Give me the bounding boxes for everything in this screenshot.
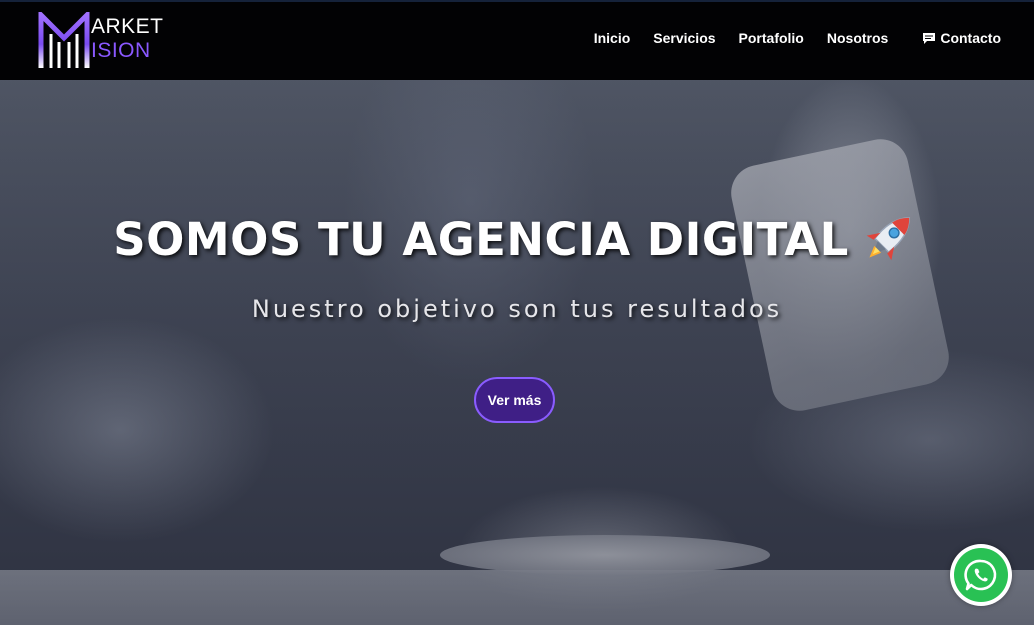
whatsapp-button[interactable]: [950, 544, 1012, 606]
hero-title-text: SOMOS TU AGENCIA DIGITAL: [113, 213, 849, 266]
hero-section: SOMOS TU AGENCIA DIGITAL Nuestro objetiv…: [0, 80, 1034, 625]
ver-mas-button[interactable]: Ver más: [474, 377, 555, 423]
navbar: ARKET ISION Inicio Servicios Portafolio …: [0, 0, 1034, 80]
main-nav: Inicio Servicios Portafolio Nosotros Con…: [594, 28, 1001, 48]
nav-item-nosotros[interactable]: Nosotros: [827, 30, 888, 46]
nav-item-servicios[interactable]: Servicios: [653, 30, 715, 46]
nav-item-inicio[interactable]: Inicio: [594, 30, 631, 46]
logo-text-top: ARKET: [91, 15, 164, 38]
hero-title: SOMOS TU AGENCIA DIGITAL: [0, 212, 1034, 274]
logo-text-bottom: ISION: [91, 39, 151, 62]
logo-mark-icon: [38, 12, 90, 68]
whatsapp-badge: [954, 548, 1008, 602]
rocket-icon: [866, 217, 910, 261]
brand-logo[interactable]: ARKET ISION: [38, 12, 173, 72]
nav-item-contacto[interactable]: Contacto: [922, 30, 1001, 46]
hero-overlay: [0, 80, 1034, 625]
whatsapp-icon: [964, 559, 997, 591]
chat-icon: [923, 32, 936, 44]
hero-subtitle: Nuestro objetivo son tus resultados: [251, 295, 783, 323]
nav-item-contacto-label: Contacto: [940, 30, 1001, 46]
nav-item-portafolio[interactable]: Portafolio: [739, 30, 804, 46]
